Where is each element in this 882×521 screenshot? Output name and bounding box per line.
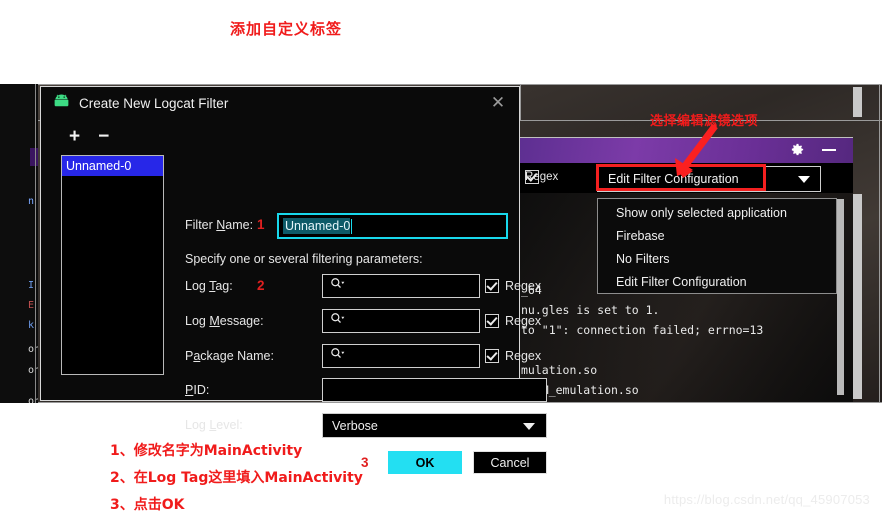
text-caret: [351, 218, 353, 234]
log-tag-input[interactable]: [322, 274, 480, 298]
remove-filter-button[interactable]: −: [98, 127, 109, 146]
dropdown-item-no-filters[interactable]: No Filters: [598, 248, 836, 271]
log-line: nu.gles is set to 1.: [521, 303, 660, 317]
dropdown-item-edit-filter-configuration[interactable]: Edit Filter Configuration: [598, 271, 836, 294]
log-scrollbar[interactable]: [837, 199, 844, 395]
dialog-title: Create New Logcat Filter: [79, 95, 229, 111]
bg-divider-top: [37, 84, 882, 85]
log-message-input[interactable]: [322, 309, 480, 333]
bg-divider-bottom: [37, 402, 882, 403]
left-log-fragment: on: [28, 396, 38, 403]
screenshot-root: 添加自定义标签 n I E k on on on on _64 nu.gles …: [0, 0, 882, 521]
regex-label: Regex: [505, 314, 542, 328]
package-name-input[interactable]: [322, 344, 480, 368]
bg-scrollbar-right[interactable]: [853, 194, 862, 399]
pid-label: PID:: [185, 383, 210, 397]
filter-name-input[interactable]: Unnamed-0: [277, 213, 508, 239]
toolbar-regex-checkbox[interactable]: Regex: [525, 170, 558, 184]
chevron-down-icon: [798, 176, 810, 183]
regex-label: Regex: [505, 279, 542, 293]
filter-name-label: Filter Name:: [185, 218, 254, 232]
log-message-label: Log Message:: [185, 314, 264, 328]
annotation-step-1: 1、修改名字为MainActivity: [110, 443, 303, 459]
background-left-log-column: n I E k on on on on: [0, 84, 38, 403]
dropdown-item-firebase[interactable]: Firebase: [598, 225, 836, 248]
left-log-fragment: E: [28, 300, 35, 311]
search-icon: [330, 312, 345, 330]
search-icon: [330, 277, 345, 295]
annotation-step-2: 2、在Log Tag这里填入MainActivity: [110, 470, 363, 486]
android-droid-icon: [53, 94, 70, 112]
package-name-label: Package Name:: [185, 349, 274, 363]
log-tag-label: Log Tag:: [185, 279, 233, 293]
left-log-fragment: k: [28, 320, 35, 331]
gear-icon[interactable]: [790, 142, 805, 162]
log-line: mulation.so: [521, 363, 598, 377]
step-marker-2: 2: [257, 278, 265, 293]
dropdown-item-show-only-selected[interactable]: Show only selected application: [598, 202, 836, 225]
chevron-down-icon: [523, 423, 535, 430]
package-name-regex-checkbox[interactable]: Regex: [485, 349, 541, 363]
filter-name-value: Unnamed-0: [283, 218, 351, 234]
left-log-fragment: on: [28, 344, 38, 355]
step-marker-1: 1: [257, 217, 265, 232]
log-line: to "1": connection failed; errno=13: [521, 323, 764, 337]
left-log-fragment: on: [28, 365, 38, 376]
left-column-selection: [30, 148, 38, 166]
checkbox-icon: [485, 349, 499, 363]
dialog-hint: Specify one or several filtering paramet…: [185, 252, 423, 266]
filter-dropdown-menu[interactable]: Show only selected application Firebase …: [597, 198, 837, 294]
add-filter-button[interactable]: +: [69, 127, 80, 146]
bg-divider-vertical: [520, 84, 521, 120]
left-log-fragment: I: [28, 280, 35, 291]
checkbox-icon: [485, 314, 499, 328]
toolbar-regex-label: Regex: [525, 171, 559, 183]
regex-label: Regex: [505, 349, 542, 363]
log-tag-regex-checkbox[interactable]: Regex: [485, 279, 541, 293]
checkbox-icon: [485, 279, 499, 293]
bg-window-right-edge: [879, 84, 880, 403]
annotation-step-3: 3、点击OK: [110, 497, 185, 513]
search-icon: [330, 347, 345, 365]
log-level-label: Log Level:: [185, 418, 243, 432]
cancel-button[interactable]: Cancel: [473, 451, 547, 474]
pid-input[interactable]: [322, 378, 547, 402]
left-column-edge: [35, 84, 36, 403]
left-log-fragment: n: [28, 196, 35, 207]
list-item[interactable]: Unnamed-0: [62, 156, 163, 176]
bg-scrollbar-top[interactable]: [853, 87, 862, 117]
red-arrow-annotation: [655, 123, 735, 179]
watermark: https://blog.csdn.net/qq_45907053: [663, 492, 870, 507]
dialog-titlebar: Create New Logcat Filter: [41, 87, 519, 119]
create-logcat-filter-dialog: Create New Logcat Filter ✕ + − Unnamed-0…: [40, 86, 547, 474]
ok-button[interactable]: OK: [388, 451, 462, 474]
log-level-value: Verbose: [332, 418, 378, 433]
filter-list-toolbar: + −: [69, 127, 109, 146]
close-icon[interactable]: ✕: [489, 94, 507, 112]
filter-list[interactable]: Unnamed-0: [61, 155, 164, 375]
log-level-select[interactable]: Verbose: [322, 413, 547, 438]
log-message-regex-checkbox[interactable]: Regex: [485, 314, 541, 328]
minimize-icon[interactable]: [822, 149, 836, 151]
annotation-title: 添加自定义标签: [230, 20, 343, 38]
